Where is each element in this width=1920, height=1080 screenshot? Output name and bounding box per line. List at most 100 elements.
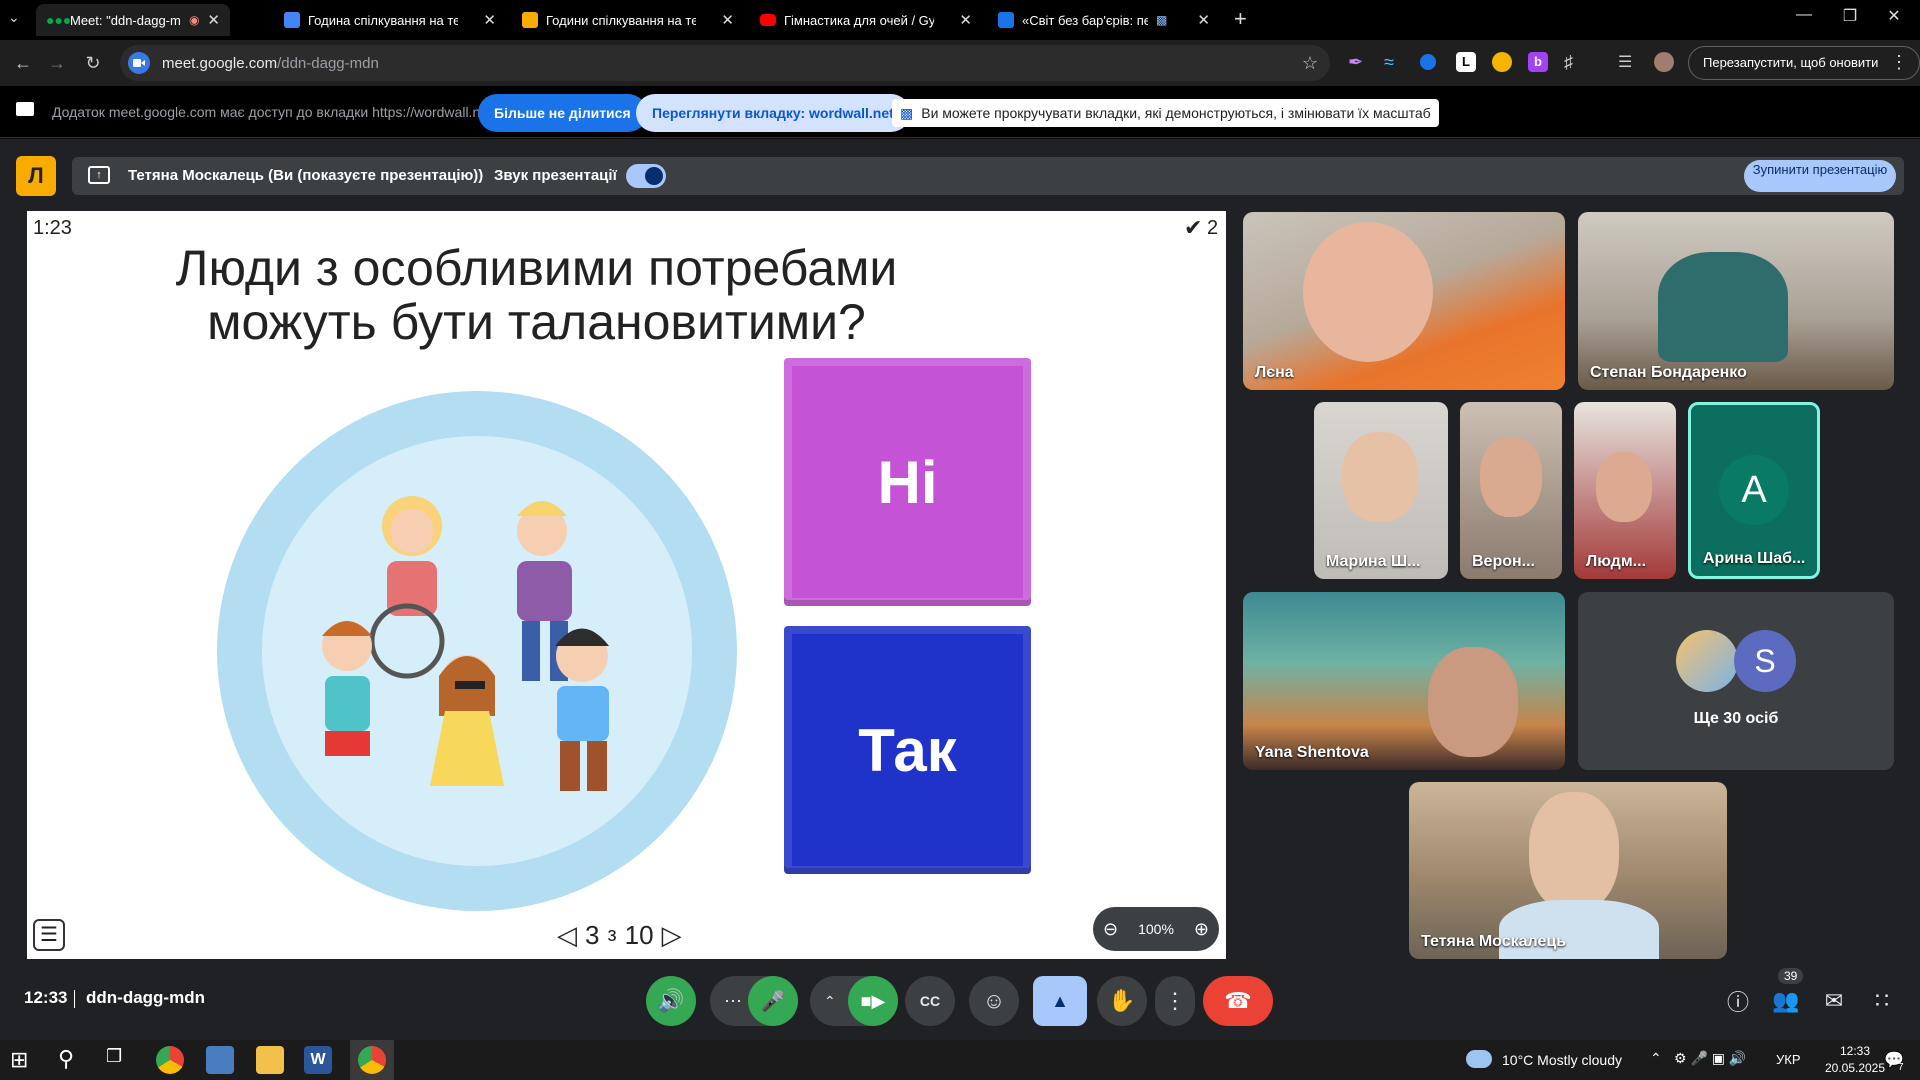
speaker-button[interactable]: 🔊 [646,976,696,1026]
meet-favicon-icon: ●●● [46,12,72,28]
stop-sharing-button[interactable]: Більше не ділитися [478,94,647,132]
presentation-audio-label: Звук презентації [494,167,617,184]
tab-wordwall[interactable]: «Світ без бар'єрів: перевір ▩ ✕ [988,4,1220,36]
tray-icons[interactable]: ⚙ 🎤 ▣ 🔊 [1674,1050,1746,1067]
slide-menu-icon[interactable]: ☰ [33,919,65,951]
minimize-window-icon[interactable]: — [1784,6,1824,24]
audio-options-icon[interactable]: ⋯ [724,991,742,1012]
tab-doc-1[interactable]: Година спілкування на темі: « ✕ [274,4,506,36]
close-tab-icon[interactable]: ✕ [959,11,972,29]
chat-icon[interactable]: ✉ [1812,976,1856,1026]
previous-page-icon[interactable]: ◁ [557,920,577,951]
browser-menu-icon[interactable]: ⋮ [1890,52,1910,72]
close-tab-icon[interactable]: ✕ [483,11,496,29]
extension-coin-icon[interactable] [1492,52,1512,72]
mic-group: ⋯ 🎤 [710,976,798,1026]
mic-button[interactable]: 🎤 [748,976,798,1026]
bookmark-star-icon[interactable]: ☆ [1302,53,1318,74]
camera-button[interactable]: ■▶ [848,976,898,1026]
people-count-badge: 39 [1778,968,1804,984]
new-tab-button[interactable]: + [1234,6,1247,32]
participant-name: Людм... [1586,553,1647,570]
media-queue-icon[interactable]: ☰ [1618,52,1638,72]
windows-start-icon[interactable]: ⊞ [10,1048,34,1072]
participant-name: Yana Shentova [1255,744,1369,761]
app-icon[interactable] [206,1046,234,1074]
video-options-icon[interactable]: ⌃ [824,993,836,1010]
page-separator: з [607,923,617,946]
answer-yes-button[interactable]: Так [784,626,1031,874]
clock-date[interactable]: 20.05.2025 [1822,1061,1888,1075]
extensions-puzzle-icon[interactable]: ♯ [1564,52,1584,72]
video-face [1428,647,1518,757]
raise-hand-button[interactable]: ✋ [1097,976,1147,1026]
tab-search-chevron-icon[interactable]: ⌄ [8,9,20,26]
people-button[interactable]: 👥 39 [1764,968,1808,1026]
input-language[interactable]: УКР [1776,1052,1801,1067]
more-participants-tile[interactable]: S Ще 30 осіб [1578,592,1894,770]
participant-tile-aryna[interactable]: A Арина Шаб... [1688,402,1820,579]
sharing-access-text: Додаток meet.google.com має доступ до вк… [52,104,492,120]
restart-update-button[interactable]: Перезапустити, щоб оновити дані [1688,46,1920,102]
next-page-icon[interactable]: ▷ [662,920,682,951]
extension-wave-icon[interactable]: ≈ [1384,52,1404,72]
restore-window-icon[interactable]: ❐ [1830,6,1870,26]
zoom-out-icon[interactable]: ⊖ [1103,919,1118,940]
stop-presenting-button[interactable]: Зупинити презентацію [1744,160,1896,192]
back-icon[interactable]: ← [8,48,38,78]
captions-button[interactable]: CC [905,976,955,1026]
reload-icon[interactable]: ↻ [78,48,108,78]
tab-meet[interactable]: ●●● Meet: "ddn-dagg-mdn" ◉ ✕ [36,4,230,36]
wordwall-app-icon[interactable]: Л [16,156,56,196]
forward-icon[interactable]: → [42,48,72,78]
present-button[interactable]: ▲ [1033,976,1087,1026]
activities-icon[interactable]: ∷ [1860,976,1904,1026]
participant-tile-veron[interactable]: Верон... [1460,402,1562,579]
word-icon[interactable]: W [304,1046,332,1074]
sharing-tab-icon: ▩ [1156,13,1168,27]
extension-dot-icon[interactable] [1420,54,1436,70]
extension-l-icon[interactable]: L [1456,52,1476,72]
meeting-code: ddn-dagg-mdn [86,988,205,1007]
url-path: /ddn-dagg-mdn [277,54,379,72]
task-view-icon[interactable]: ❐ [106,1046,134,1074]
answer-no-button[interactable]: Ні [784,358,1031,606]
tab-youtube[interactable]: Гімнастика для очей / Gymnas ✕ [750,4,982,36]
address-bar[interactable]: meet.google.com/ddn-dagg-mdn ☆ [120,45,1330,81]
clock-time[interactable]: 12:33 [1822,1044,1888,1058]
quiz-score: 2 [1207,217,1219,239]
tray-chevron-icon[interactable]: ⌃ [1650,1050,1662,1067]
close-tab-icon[interactable]: ✕ [721,11,734,29]
weather-text[interactable]: 10°C Mostly cloudy [1502,1052,1622,1068]
tab-slides[interactable]: Години спілкування на темі: « ✕ [512,4,744,36]
close-tab-icon[interactable]: ✕ [207,11,220,29]
participant-tile-tetiana[interactable]: Тетяна Москалець [1409,782,1727,959]
participant-tile-lena[interactable]: Лєна [1243,212,1565,390]
meeting-info-icon[interactable]: ⓘ [1716,976,1760,1026]
more-options-button[interactable]: ⋮ [1155,976,1195,1026]
participant-tile-stepan[interactable]: Степан Бондаренко [1578,212,1894,390]
video-face [1480,437,1542,517]
close-window-icon[interactable]: ✕ [1874,6,1914,26]
tab-title: Години спілкування на темі: « [546,12,696,28]
meeting-time: 12:33 [24,988,68,1007]
extension-b-icon[interactable]: b [1528,52,1548,72]
chrome-icon[interactable] [156,1046,184,1074]
extension-pen-icon[interactable]: ✒ [1348,52,1368,72]
search-icon[interactable]: ⚲ [58,1046,86,1074]
participant-tile-lyudm[interactable]: Людм... [1574,402,1676,579]
zoom-in-icon[interactable]: ⊕ [1194,919,1209,940]
emoji-button[interactable]: ☺ [969,976,1019,1026]
participant-tile-maryna[interactable]: Марина Ш... [1314,402,1448,579]
participant-tile-yana[interactable]: Yana Shentova [1243,592,1565,770]
view-tab-button[interactable]: Переглянути вкладку: wordwall.net [636,94,910,132]
presentation-audio-toggle[interactable] [626,164,666,188]
weather-icon[interactable] [1466,1050,1492,1068]
question-line-2: можуть бути талановитими? [207,294,866,350]
file-explorer-icon[interactable] [256,1046,284,1074]
profile-avatar[interactable] [1654,52,1674,72]
leave-call-button[interactable]: ☎ [1203,976,1273,1026]
participant-avatar [1676,630,1738,692]
video-figure [1658,252,1788,362]
close-tab-icon[interactable]: ✕ [1197,11,1210,29]
